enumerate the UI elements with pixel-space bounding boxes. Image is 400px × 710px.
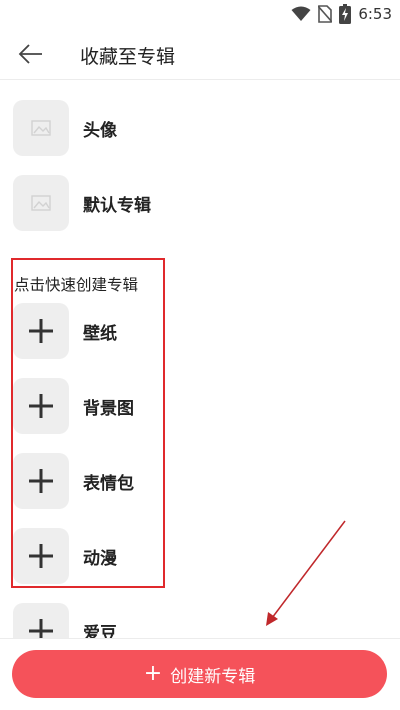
add-album-tile — [13, 603, 69, 638]
album-thumbnail — [13, 175, 69, 231]
page-title: 收藏至专辑 — [80, 46, 176, 68]
no-sim-icon — [318, 5, 333, 23]
quick-create-item-idol[interactable]: 爱豆 — [0, 603, 400, 638]
album-thumbnail — [13, 100, 69, 156]
album-label: 默认专辑 — [83, 196, 151, 216]
album-label: 头像 — [83, 121, 117, 141]
annotation-highlight-box — [11, 258, 165, 588]
wifi-icon — [291, 6, 311, 21]
album-row-default[interactable]: 默认专辑 — [0, 175, 400, 235]
create-album-label: 创建新专辑 — [170, 666, 256, 687]
header: 收藏至专辑 — [0, 28, 400, 80]
status-icons: 6:53 — [291, 4, 392, 24]
image-placeholder-icon — [31, 195, 51, 211]
plus-icon: + — [143, 661, 163, 686]
status-time: 6:53 — [358, 5, 392, 23]
album-row-avatar[interactable]: 头像 — [0, 100, 400, 160]
quick-create-label: 爱豆 — [83, 624, 117, 638]
bottom-divider — [0, 638, 400, 639]
back-button[interactable] — [14, 40, 46, 68]
image-placeholder-icon — [31, 120, 51, 136]
create-album-button-content: + 创建新专辑 — [12, 650, 387, 698]
create-album-button[interactable]: + 创建新专辑 — [12, 650, 387, 698]
back-arrow-icon — [18, 44, 42, 64]
plus-icon — [29, 619, 53, 638]
battery-charging-icon — [339, 4, 352, 24]
status-bar: 6:53 — [0, 0, 400, 28]
